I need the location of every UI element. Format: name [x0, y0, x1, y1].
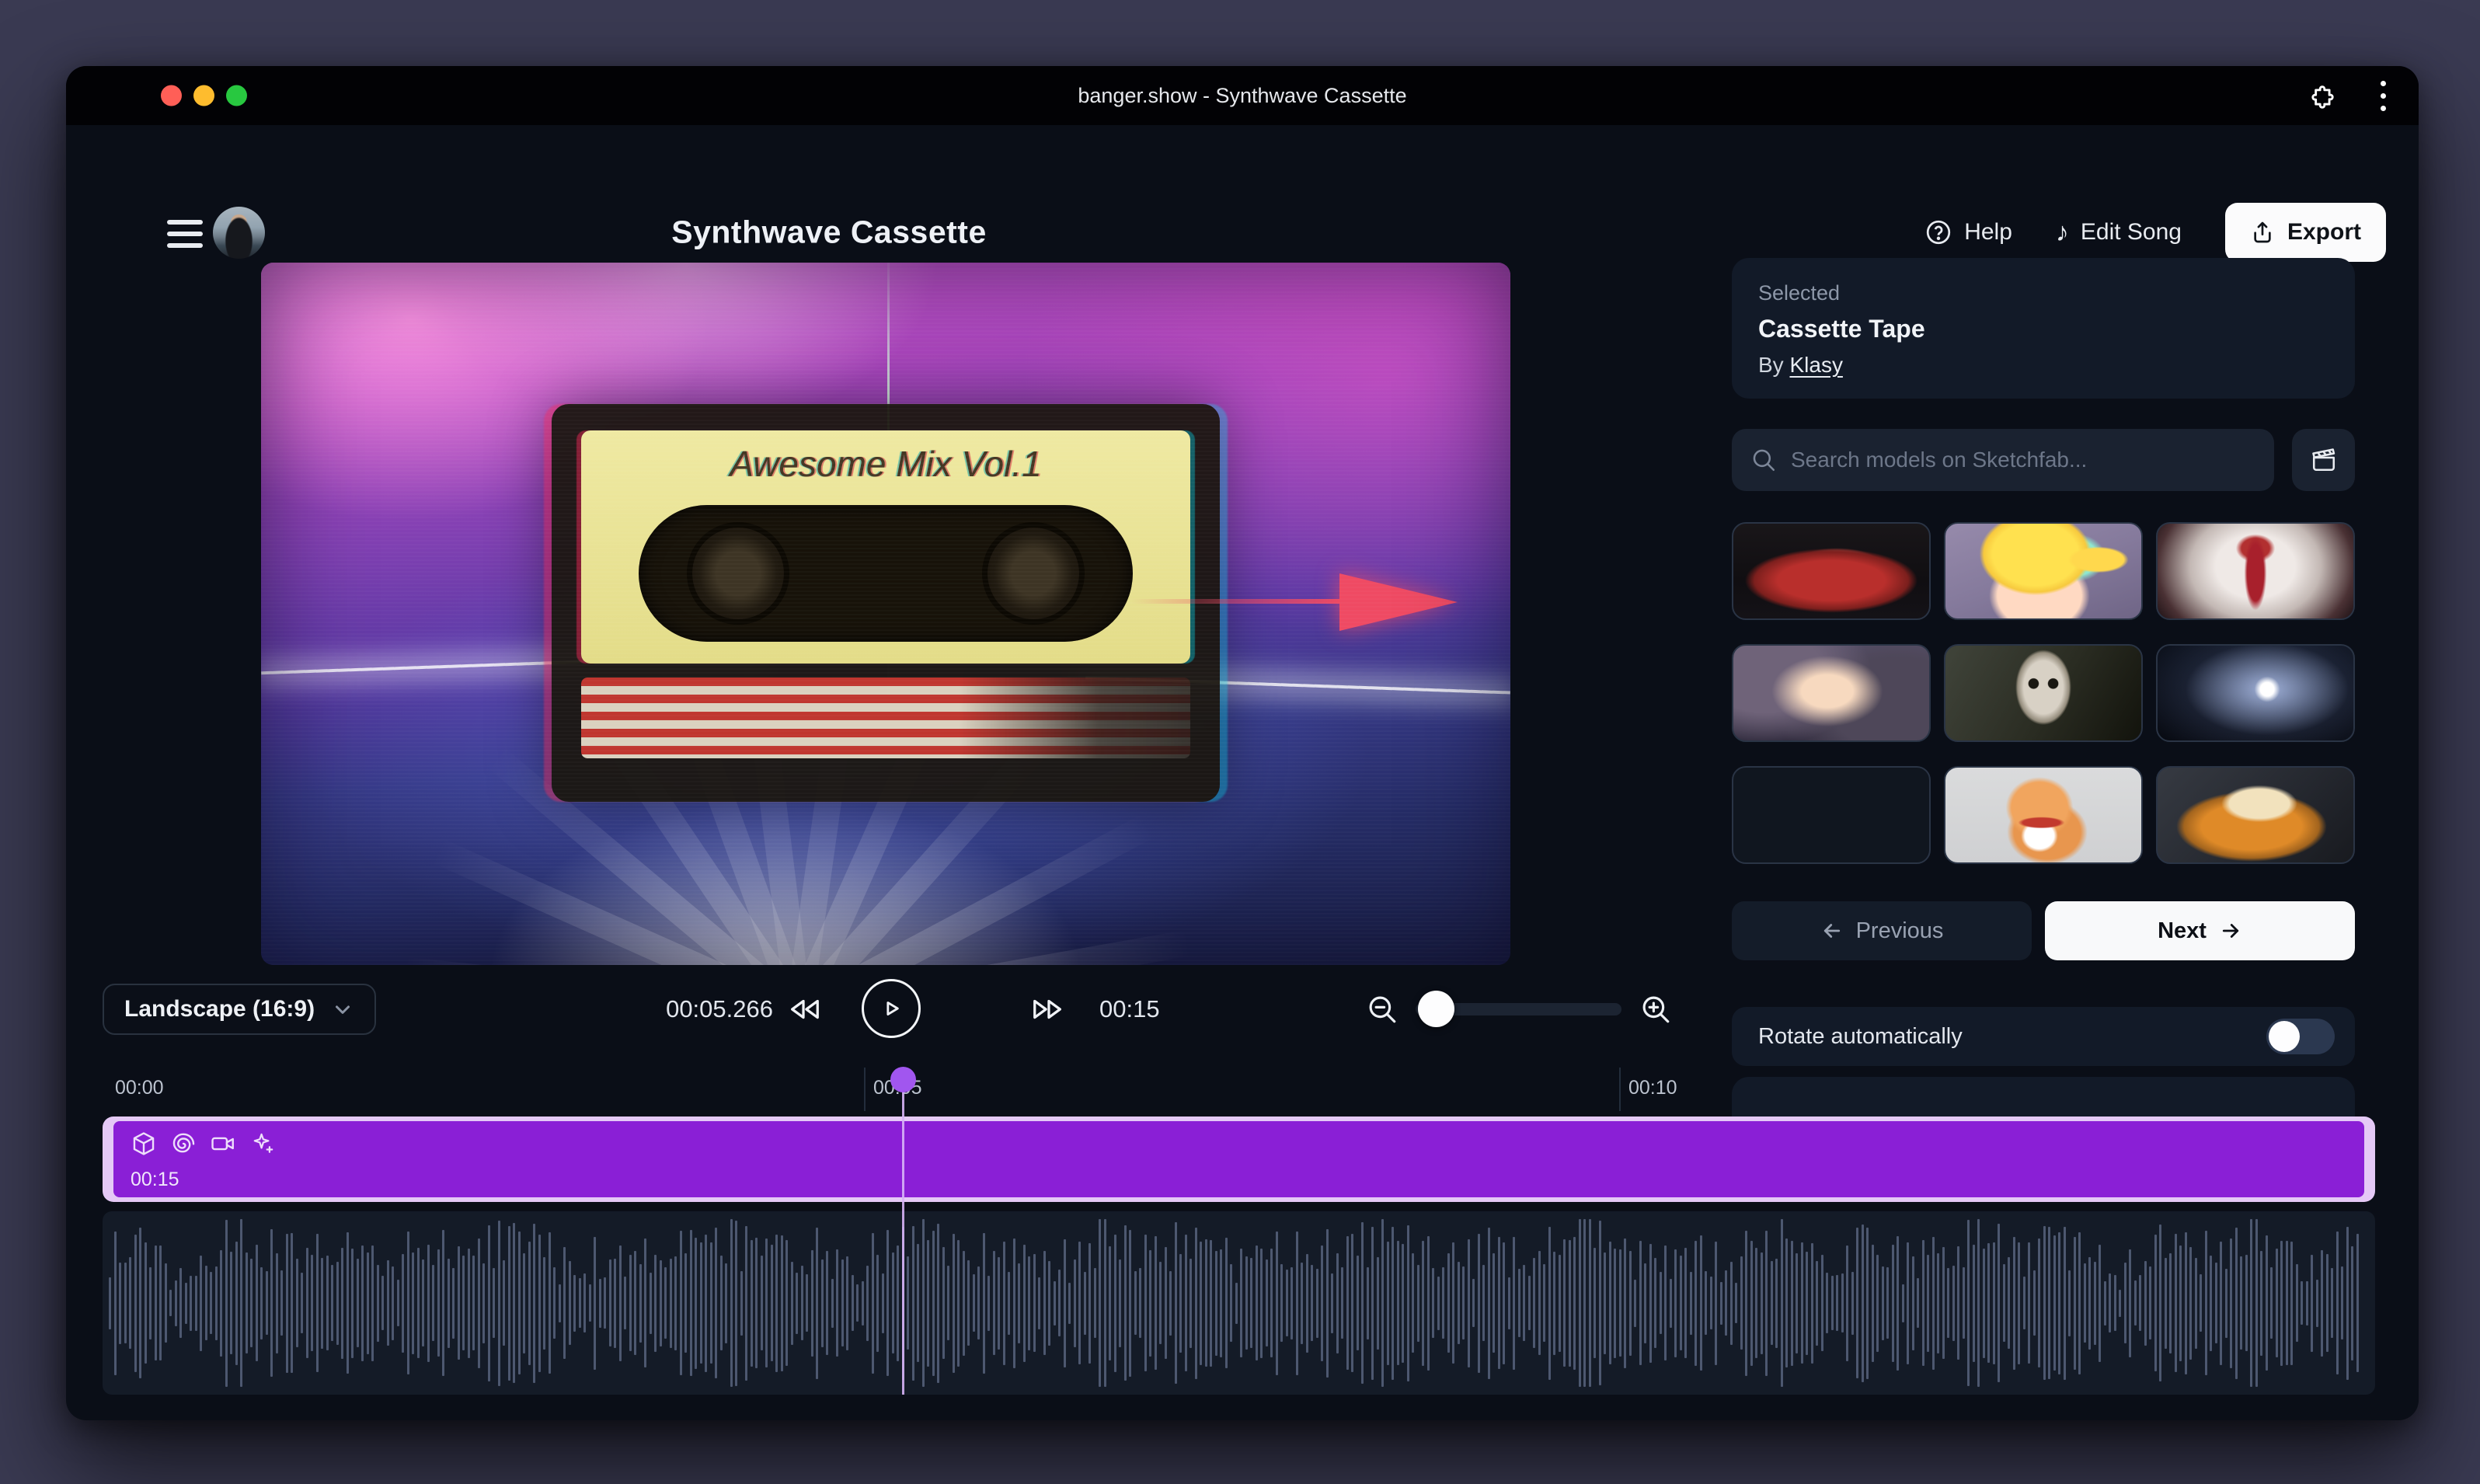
- menu-hamburger-icon[interactable]: [167, 220, 203, 248]
- help-button[interactable]: Help: [1924, 218, 2012, 246]
- video-preview-canvas[interactable]: Awesome Mix Vol.1: [261, 263, 1510, 965]
- aspect-ratio-value: Landscape (16:9): [124, 996, 315, 1022]
- rotate-automatically-toggle[interactable]: [2266, 1019, 2335, 1054]
- model-thumbnail-orange-toy-car[interactable]: [2156, 766, 2355, 864]
- spiral-icon: [170, 1130, 197, 1157]
- ruler-tick-label: 00:10: [1628, 1077, 1677, 1099]
- selected-model-author: By Klasy: [1758, 353, 2328, 378]
- play-button[interactable]: [862, 979, 921, 1038]
- clapperboard-icon: [2310, 446, 2338, 474]
- model-thumbnail-red-sports-car[interactable]: [1732, 522, 1931, 620]
- arrow-left-icon: [1820, 919, 1844, 942]
- aspect-ratio-dropdown[interactable]: Landscape (16:9): [103, 984, 376, 1035]
- timeline-clip[interactable]: 00:15: [103, 1116, 2375, 1202]
- vignette-overlay: [261, 263, 1510, 965]
- video-camera-icon: [210, 1130, 236, 1157]
- clapperboard-button[interactable]: [2292, 429, 2355, 491]
- audio-waveform[interactable]: [103, 1211, 2375, 1395]
- fast-forward-button[interactable]: [1024, 984, 1072, 1035]
- model-thumbnail-anime-girl[interactable]: [1944, 522, 2143, 620]
- selected-label: Selected: [1758, 281, 2328, 305]
- model-thumbnail-storm-clouds[interactable]: [1732, 644, 1931, 742]
- arrow-right-icon: [2219, 919, 2242, 942]
- ruler-tick-label: 00:00: [115, 1077, 164, 1099]
- model-thumbnail-skull[interactable]: [1944, 644, 2143, 742]
- search-input[interactable]: [1791, 448, 2255, 472]
- toggle-knob: [2269, 1021, 2300, 1052]
- help-icon: [1924, 218, 1952, 246]
- next-label: Next: [2158, 918, 2207, 944]
- zoom-in-button[interactable]: [1632, 984, 1679, 1035]
- export-label: Export: [2287, 219, 2361, 246]
- previous-label: Previous: [1856, 918, 1944, 944]
- project-title: Synthwave Cassette: [671, 214, 987, 251]
- zoom-out-button[interactable]: [1359, 984, 1405, 1035]
- model-grid: [1732, 522, 2355, 865]
- by-label: By: [1758, 353, 1784, 377]
- total-duration: 00:15: [1099, 984, 1160, 1035]
- timeline-clip-body: 00:15: [113, 1121, 2364, 1197]
- playhead-handle[interactable]: [890, 1067, 916, 1092]
- selected-model-panel: Selected Cassette Tape By Klasy: [1732, 258, 2355, 399]
- model-thumbnail-spiral-galaxy[interactable]: [2156, 644, 2355, 742]
- browser-menu-icon[interactable]: [2381, 81, 2386, 111]
- next-page-button[interactable]: Next: [2045, 901, 2355, 960]
- ruler-tick-mark: [864, 1068, 866, 1111]
- previous-page-button[interactable]: Previous: [1732, 901, 2032, 960]
- timeline-zoom-slider-knob[interactable]: [1418, 991, 1454, 1027]
- window-titlebar[interactable]: banger.show - Synthwave Cassette: [66, 66, 2419, 125]
- desktop: { "window": { "title": "banger.show - Sy…: [0, 0, 2480, 1484]
- cube-3d-icon: [131, 1130, 157, 1157]
- edit-song-button[interactable]: ♪ Edit Song: [2056, 219, 2182, 246]
- rewind-button[interactable]: [780, 984, 828, 1035]
- export-share-icon: [2250, 220, 2275, 245]
- sparkles-icon: [249, 1130, 276, 1157]
- play-icon: [876, 993, 907, 1024]
- edit-song-label: Edit Song: [2081, 219, 2182, 246]
- playhead-line: [902, 1079, 904, 1395]
- model-thumbnail-abandoned-city[interactable]: [1732, 766, 1931, 864]
- music-note-icon: ♪: [2056, 219, 2069, 246]
- author-link[interactable]: Klasy: [1789, 353, 1842, 377]
- chevron-down-icon: [331, 998, 354, 1021]
- model-thumbnail-red-cloaked-figure[interactable]: [2156, 522, 2355, 620]
- model-thumbnail-shiba-dog[interactable]: [1944, 766, 2143, 864]
- extensions-puzzle-icon[interactable]: [2306, 81, 2335, 110]
- export-button[interactable]: Export: [2225, 203, 2386, 262]
- timeline-ruler[interactable]: 00:00 00:05 00:10: [103, 1068, 2375, 1111]
- window-title: banger.show - Synthwave Cassette: [66, 66, 2419, 125]
- clip-duration-label: 00:15: [131, 1169, 2347, 1191]
- selected-model-name: Cassette Tape: [1758, 315, 2328, 343]
- rotate-setting-row: Rotate automatically: [1732, 1007, 2355, 1066]
- model-search-box[interactable]: [1732, 429, 2274, 491]
- ruler-tick-mark: [1619, 1068, 1621, 1111]
- app-window: banger.show - Synthwave Cassette Synthwa…: [66, 66, 2419, 1420]
- current-time: 00:05.266: [602, 984, 773, 1035]
- help-label: Help: [1964, 219, 2012, 246]
- rotate-automatically-label: Rotate automatically: [1758, 1024, 1963, 1050]
- search-icon: [1750, 447, 1777, 473]
- user-avatar[interactable]: [213, 207, 265, 259]
